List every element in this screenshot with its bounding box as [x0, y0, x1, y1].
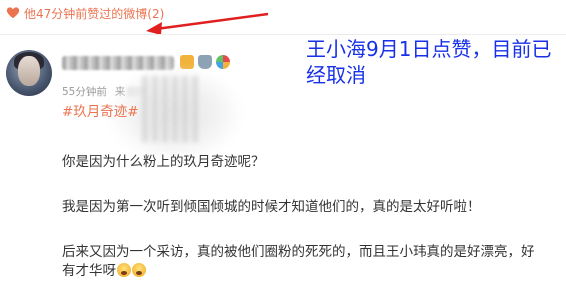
redaction-blur-stripes: [142, 76, 198, 142]
post-text-line: 我是因为第一次听到倾国倾城的时候才知道他们的，真的是太好听啦！: [62, 199, 481, 215]
shocked-face-icon: [132, 263, 146, 277]
post-text-line-last: 有才华呀: [62, 259, 146, 279]
post-text-line: 你是因为什么粉上的玖月奇迹呢？: [62, 154, 265, 170]
liked-feed-title: 他47分钟前赞过的微博(2): [24, 6, 165, 21]
divider: [0, 34, 566, 35]
liked-feed-header[interactable]: 他47分钟前赞过的微博(2): [0, 0, 566, 26]
annotation-text: 王小海9月1日点赞，目前已经取消: [306, 37, 552, 87]
post-time[interactable]: 55分钟前: [62, 84, 107, 99]
post-text-line: 后来又因为一个采访，真的被他们圈粉的死死的，而且王小玮真的是好漂亮，好: [62, 244, 535, 260]
avatar[interactable]: [6, 50, 52, 96]
shocked-face-icon: [117, 263, 131, 277]
heart-icon: [6, 7, 20, 19]
balloon-icon: [216, 55, 230, 69]
crown-icon: [198, 55, 212, 69]
vip-icon: [180, 55, 194, 69]
user-badges: [180, 55, 230, 69]
post-text-line: 有才华呀: [62, 263, 116, 279]
topic-hashtag[interactable]: #玖月奇迹#: [62, 100, 139, 120]
